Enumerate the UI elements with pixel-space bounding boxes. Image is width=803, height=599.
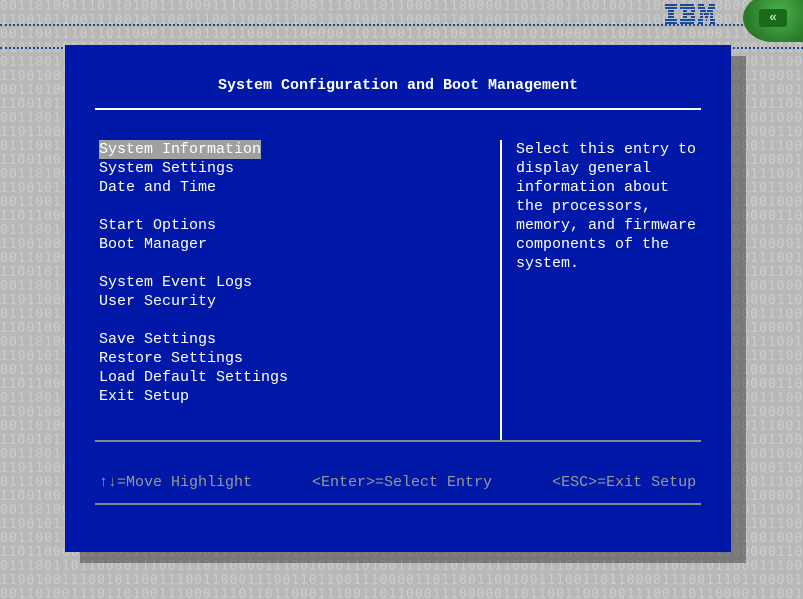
menu-column: System InformationSystem SettingsDate an…	[95, 140, 500, 440]
menu-group: System InformationSystem SettingsDate an…	[99, 140, 500, 197]
menu-item-system-information[interactable]: System Information	[99, 140, 261, 159]
menu-item-date-and-time[interactable]: Date and Time	[99, 178, 216, 197]
footer-hints: ↑↓=Move Highlight <Enter>=Select Entry <…	[95, 462, 701, 503]
menu-item-start-options[interactable]: Start Options	[99, 216, 216, 235]
help-text: Select this entry to display general inf…	[502, 140, 701, 440]
hint-select: <Enter>=Select Entry	[312, 474, 492, 491]
menu-item-restore-settings[interactable]: Restore Settings	[99, 349, 243, 368]
badge-icon: «	[759, 9, 787, 27]
menu-item-system-settings[interactable]: System Settings	[99, 159, 234, 178]
menu-item-load-default-settings[interactable]: Load Default Settings	[99, 368, 288, 387]
menu-item-save-settings[interactable]: Save Settings	[99, 330, 216, 349]
footer-divider-bottom	[95, 503, 701, 505]
menu-group: System Event LogsUser Security	[99, 273, 500, 311]
title-divider	[95, 108, 701, 110]
menu-item-exit-setup[interactable]: Exit Setup	[99, 387, 189, 406]
menu-item-system-event-logs[interactable]: System Event Logs	[99, 273, 252, 292]
bios-window: System Configuration and Boot Management…	[65, 45, 731, 552]
hint-move: ↑↓=Move Highlight	[99, 474, 252, 491]
badge[interactable]: «	[743, 0, 803, 42]
footer-divider-top	[95, 440, 701, 442]
menu-group: Save SettingsRestore SettingsLoad Defaul…	[99, 330, 500, 406]
menu-item-boot-manager[interactable]: Boot Manager	[99, 235, 207, 254]
hint-exit: <ESC>=Exit Setup	[552, 474, 696, 491]
page-title: System Configuration and Boot Management	[95, 77, 701, 94]
ibm-logo	[665, 4, 715, 24]
menu-group: Start OptionsBoot Manager	[99, 216, 500, 254]
menu-item-user-security[interactable]: User Security	[99, 292, 216, 311]
